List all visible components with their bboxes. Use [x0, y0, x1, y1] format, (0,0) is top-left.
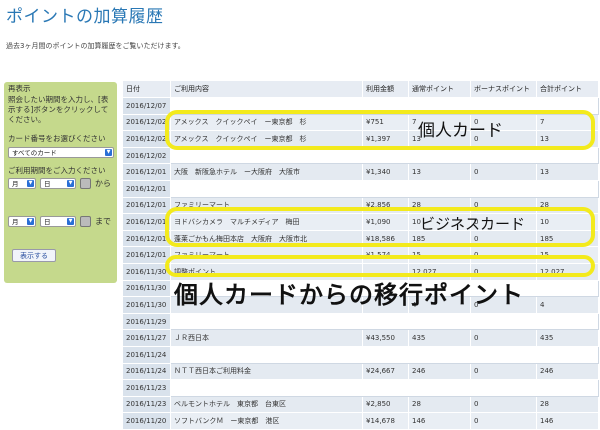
period-label: ご利用期間をご入力ください	[8, 166, 106, 175]
business-card-highlight	[165, 207, 595, 247]
header-description: ご利用内容	[170, 80, 363, 98]
table-row: 2016/11/24	[122, 345, 599, 364]
calendar-icon[interactable]	[80, 178, 91, 189]
from-day-select[interactable]: 日 ▼	[40, 178, 76, 189]
cell-date: 2016/11/30	[122, 296, 171, 314]
cell-normal: 13	[408, 163, 471, 181]
cell-bonus: 0	[470, 412, 537, 430]
from-day-value: 日	[44, 180, 51, 188]
header-total-points: 合計ポイント	[536, 80, 599, 98]
chevron-down-icon: ▼	[67, 180, 74, 187]
cell-total: 146	[536, 412, 599, 430]
cell-date: 2016/12/01	[122, 196, 171, 215]
cell-amount: ¥24,667	[362, 362, 409, 381]
cell-total: 246	[536, 362, 599, 381]
annotation-business-card: ビジネスカード	[420, 215, 526, 233]
transfer-points-highlight	[165, 255, 595, 277]
from-suffix: から	[95, 179, 111, 188]
table-row: 2016/11/20 ソフトバンクＭ ー東京都 港区 ¥14,678 146 0 146	[122, 412, 599, 430]
table-row: 2016/11/24 ＮＴＴ西日本ご利用料金 ¥24,667 246 0 246	[122, 362, 599, 381]
cell-normal: 146	[408, 412, 471, 430]
filter-sidebar: 再表示 照会したい期間を入力し、[表示する]ボタンをクリックしてください。 カー…	[4, 82, 117, 283]
to-day-value: 日	[44, 218, 51, 226]
cell-blank	[170, 345, 599, 364]
cell-date: 2016/12/07	[122, 97, 171, 115]
chevron-down-icon: ▼	[27, 218, 34, 225]
cell-desc: ソフトバンクＭ ー東京都 港区	[170, 412, 363, 430]
cell-blank	[170, 312, 599, 331]
cell-date: 2016/11/23	[122, 395, 171, 414]
cell-date: 2016/11/30	[122, 279, 171, 298]
table-row: 2016/11/29	[122, 312, 599, 331]
cell-date: 2016/12/02	[122, 130, 171, 148]
cell-amount: ¥2,850	[362, 395, 409, 414]
cell-amount: ¥1,340	[362, 163, 409, 181]
annotation-transfer-points: 個人カードからの移行ポイント	[174, 281, 524, 309]
cell-normal: 246	[408, 362, 471, 381]
header-normal-points: 通常ポイント	[408, 80, 471, 98]
card-select[interactable]: すべてのカード ▼	[8, 147, 114, 158]
chevron-down-icon: ▼	[27, 180, 34, 187]
cell-date: 2016/11/24	[122, 362, 171, 381]
cell-date: 2016/12/02	[122, 146, 171, 165]
cell-amount: ¥43,550	[362, 329, 409, 347]
sidebar-instruction: 照会したい期間を入力し、[表示する]ボタンをクリックしてください。	[8, 95, 109, 124]
to-suffix: まで	[95, 217, 111, 226]
annotation-personal-card: 個人カード	[418, 121, 503, 141]
table-row: 2016/11/23 ベルモントホテル 東京都 台東区 ¥2,850 28 0 28	[122, 395, 599, 414]
cell-date: 2016/12/02	[122, 113, 171, 132]
cell-total: 435	[536, 329, 599, 347]
header-date: 日付	[122, 80, 171, 98]
calendar-icon[interactable]	[80, 216, 91, 227]
table-row: 2016/12/01	[122, 179, 599, 198]
cell-bonus: 0	[470, 329, 537, 347]
cell-desc: ベルモントホテル 東京都 台東区	[170, 395, 363, 414]
submit-button[interactable]: 表示する	[12, 249, 56, 262]
cell-normal: 435	[408, 329, 471, 347]
from-month-value: 月	[12, 180, 19, 188]
page-title: ポイントの加算履歴	[6, 7, 164, 27]
table-header-row: 日付 ご利用内容 利用金額 通常ポイント ボーナスポイント 合計ポイント	[122, 80, 599, 98]
cell-blank	[170, 379, 599, 397]
cell-date: 2016/11/24	[122, 345, 171, 364]
cell-date: 2016/11/20	[122, 412, 171, 430]
cell-date: 2016/11/23	[122, 379, 171, 397]
chevron-down-icon: ▼	[105, 149, 112, 156]
cell-date: 2016/11/30	[122, 262, 171, 281]
cell-date: 2016/12/01	[122, 213, 171, 231]
card-select-label: カード番号をお選びください	[8, 134, 106, 143]
to-day-select[interactable]: 日 ▼	[40, 216, 76, 227]
cell-date: 2016/12/01	[122, 179, 171, 198]
cell-desc: 大阪 新阪急ホテル ー大阪府 大阪市	[170, 163, 363, 181]
personal-card-highlight	[165, 110, 595, 150]
cell-total: 13	[536, 163, 599, 181]
cell-total: 28	[536, 395, 599, 414]
chevron-down-icon: ▼	[67, 218, 74, 225]
cell-desc: ＪＲ西日本	[170, 329, 363, 347]
to-month-value: 月	[12, 218, 19, 226]
cell-date: 2016/11/29	[122, 312, 171, 331]
table-row: 2016/11/23	[122, 379, 599, 397]
page-subtitle: 過去3ヶ月間のポイントの加算履歴をご覧いただけます。	[6, 42, 185, 50]
header-amount: 利用金額	[362, 80, 409, 98]
cell-desc: ＮＴＴ西日本ご利用料金	[170, 362, 363, 381]
cell-date: 2016/11/27	[122, 329, 171, 347]
sidebar-heading: 再表示	[8, 84, 31, 93]
cell-date: 2016/12/01	[122, 229, 171, 248]
cell-normal: 28	[408, 395, 471, 414]
cell-total: 4	[536, 296, 599, 314]
card-select-value: すべてのカード	[12, 149, 57, 157]
cell-bonus: 0	[470, 163, 537, 181]
cell-date: 2016/12/01	[122, 246, 171, 264]
to-month-select[interactable]: 月 ▼	[8, 216, 36, 227]
cell-blank	[170, 179, 599, 198]
table-row: 2016/11/27 ＪＲ西日本 ¥43,550 435 0 435	[122, 329, 599, 347]
cell-date: 2016/12/01	[122, 163, 171, 181]
header-bonus-points: ボーナスポイント	[470, 80, 537, 98]
cell-bonus: 0	[470, 395, 537, 414]
cell-amount: ¥14,678	[362, 412, 409, 430]
cell-bonus: 0	[470, 362, 537, 381]
from-month-select[interactable]: 月 ▼	[8, 178, 36, 189]
table-row: 2016/12/01 大阪 新阪急ホテル ー大阪府 大阪市 ¥1,340 13 0 13	[122, 163, 599, 181]
